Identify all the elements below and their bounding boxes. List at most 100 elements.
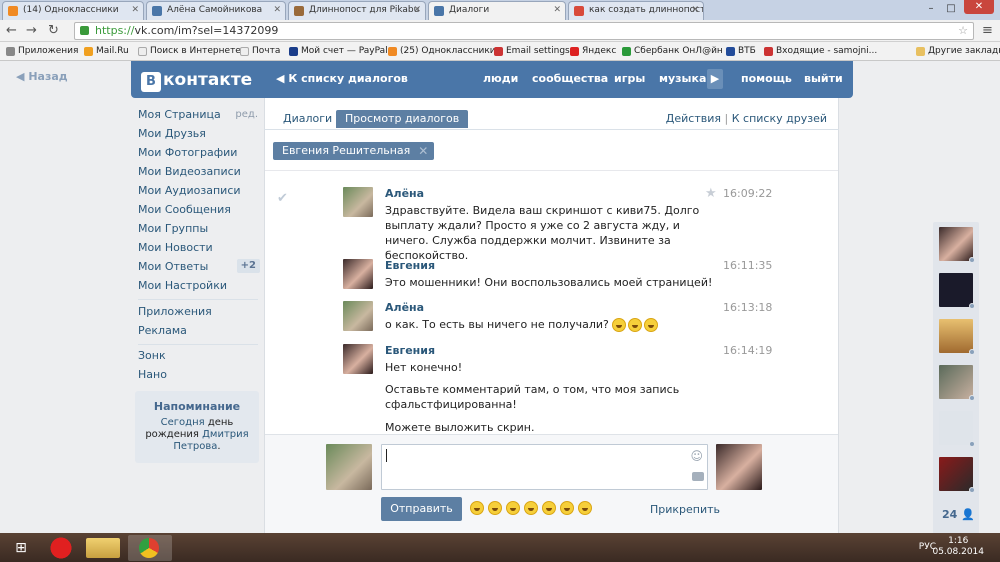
bookmark-item[interactable]: Яндекс [570, 42, 616, 60]
close-icon[interactable]: ✕ [553, 2, 561, 19]
message-author[interactable]: Евгения [385, 259, 435, 272]
victory-emoji-icon[interactable] [488, 501, 502, 515]
message-input[interactable]: ☺ [381, 444, 708, 490]
tab-dialogs[interactable]: Диалоги [274, 110, 341, 128]
close-icon[interactable]: ✕ [413, 2, 421, 19]
browser-tab[interactable]: Длиннопост для Pikabu ✕ [288, 1, 426, 20]
sidebar-item-apps[interactable]: Приложения [138, 302, 262, 321]
friend-avatar[interactable] [939, 273, 975, 309]
url-input[interactable]: https://vk.com/im?sel=14372099 ☆ [74, 22, 974, 40]
edit-link[interactable]: ред. [235, 105, 258, 124]
opera-icon[interactable] [42, 535, 80, 561]
my-avatar[interactable] [326, 444, 372, 490]
smiley-icon[interactable]: ☺ [690, 449, 703, 463]
back-link[interactable]: ◀ Назад [0, 70, 130, 83]
minimize-icon[interactable]: – [922, 2, 940, 16]
pensive-emoji-icon[interactable] [560, 501, 574, 515]
play-icon[interactable]: ▶ [707, 69, 723, 89]
nav-communities[interactable]: сообщества [532, 72, 608, 85]
smile-emoji-icon[interactable] [470, 501, 484, 515]
wink-emoji-icon[interactable] [524, 501, 538, 515]
sidebar-item-messages[interactable]: Мои Сообщения [138, 200, 262, 219]
reload-icon[interactable]: ↻ [48, 23, 59, 39]
birthday-reminder: Напоминание Сегодня день рождения Дмитри… [135, 391, 259, 463]
clap-emoji-icon[interactable] [542, 501, 556, 515]
filter-chip[interactable]: Евгения Решительная ✕ [273, 142, 435, 160]
to-dialogs-link[interactable]: ◀ К списку диалогов [276, 72, 408, 85]
message-author[interactable]: Евгения [385, 344, 435, 357]
browser-tab[interactable]: как создать длиннопост ✕ [568, 1, 704, 20]
bookmark-item[interactable]: Email settings [494, 42, 570, 60]
message-author[interactable]: Алёна [385, 187, 424, 200]
bookmark-item[interactable]: Входящие - samojni... [764, 42, 877, 60]
blush-emoji-icon[interactable] [578, 501, 592, 515]
nav-logout[interactable]: выйти [804, 72, 843, 85]
sidebar-item-my-page[interactable]: Моя Страница ред. [138, 105, 262, 124]
close-window-icon[interactable]: ✕ [964, 0, 994, 14]
folder-icon[interactable] [86, 538, 120, 558]
browser-tab[interactable]: Алёна Самойникова ✕ [146, 1, 286, 20]
bookmark-item[interactable]: Поиск в Интернете [138, 42, 241, 60]
reminder-today[interactable]: Сегодня [161, 417, 205, 428]
sidebar-item-news[interactable]: Мои Новости [138, 238, 262, 257]
bookmark-star-icon[interactable]: ☆ [958, 23, 968, 39]
avatar[interactable] [343, 187, 373, 217]
checkmark-icon[interactable]: ✔ [277, 191, 288, 206]
nav-music[interactable]: музыка [659, 72, 706, 85]
sidebar-item-videos[interactable]: Мои Видеозаписи [138, 162, 262, 181]
camera-icon[interactable] [692, 472, 704, 481]
avatar[interactable] [343, 301, 373, 331]
browser-tab-active[interactable]: Диалоги ✕ [428, 1, 566, 20]
close-icon[interactable]: ✕ [273, 2, 281, 19]
avatar[interactable] [343, 259, 373, 289]
bookmark-item[interactable]: ВТБ [726, 42, 756, 60]
bookmark-item[interactable]: Mail.Ru [84, 42, 129, 60]
close-icon[interactable]: ✕ [691, 2, 699, 19]
friends-online-count[interactable]: 24 👤 [942, 508, 975, 521]
windows-start-icon[interactable]: ⊞ [6, 535, 36, 561]
friend-avatar[interactable] [939, 365, 975, 401]
bookmark-item[interactable]: Сбербанк ОнЛ@йн [622, 42, 723, 60]
sidebar-item-groups[interactable]: Мои Группы [138, 219, 262, 238]
nav-games[interactable]: игры [614, 72, 645, 85]
bookmark-item[interactable]: (25) Одноклассники [388, 42, 496, 60]
sidebar-item-audio[interactable]: Мои Аудиозаписи [138, 181, 262, 200]
sidebar-item-answers[interactable]: Мои Ответы +2 [138, 257, 262, 276]
friend-avatar[interactable] [939, 411, 975, 447]
friend-avatar[interactable] [939, 457, 975, 493]
chrome-icon[interactable] [128, 535, 172, 561]
maximize-icon[interactable]: □ [942, 2, 960, 16]
bookmark-item[interactable]: Мой счет — PayPal [289, 42, 388, 60]
vk-logo[interactable]: Вконтакте [141, 69, 252, 92]
tongue-emoji-icon[interactable] [506, 501, 520, 515]
sidebar-item-friends[interactable]: Мои Друзья [138, 124, 262, 143]
sidebar-item-zonk[interactable]: Зонк [138, 346, 262, 365]
actions-link[interactable]: Действия [666, 112, 721, 125]
friend-avatar[interactable] [939, 319, 975, 355]
message-author[interactable]: Алёна [385, 301, 424, 314]
bookmark-item-other[interactable]: Другие закладки [916, 42, 1000, 60]
sidebar-item-ads[interactable]: Реклама [138, 321, 262, 340]
peer-avatar[interactable] [716, 444, 762, 490]
forward-arrow-icon[interactable]: → [26, 23, 37, 39]
attach-link[interactable]: Прикрепить [650, 503, 720, 516]
nav-people[interactable]: люди [483, 72, 518, 85]
bookmark-item[interactable]: Почта [240, 42, 280, 60]
close-icon[interactable]: ✕ [131, 2, 139, 19]
to-friends-link[interactable]: К списку друзей [732, 112, 827, 125]
nav-help[interactable]: помощь [741, 72, 792, 85]
tab-view-dialogs[interactable]: Просмотр диалогов [336, 110, 469, 128]
send-button[interactable]: Отправить [381, 497, 462, 521]
close-icon[interactable]: ✕ [418, 142, 428, 160]
sidebar-item-photos[interactable]: Мои Фотографии [138, 143, 262, 162]
browser-tab[interactable]: (14) Одноклассники ✕ [2, 1, 144, 20]
menu-icon[interactable]: ≡ [982, 23, 993, 39]
sidebar-item-settings[interactable]: Мои Настройки [138, 276, 262, 295]
star-icon[interactable]: ★ [705, 186, 717, 201]
sidebar-item-nano[interactable]: Нано [138, 365, 262, 384]
bookmark-item[interactable]: Приложения [6, 42, 78, 60]
avatar[interactable] [343, 344, 373, 374]
back-arrow-icon[interactable]: ← [6, 23, 17, 39]
clock[interactable]: 1:16 05.08.2014 [932, 536, 984, 558]
friend-avatar[interactable] [939, 227, 975, 263]
